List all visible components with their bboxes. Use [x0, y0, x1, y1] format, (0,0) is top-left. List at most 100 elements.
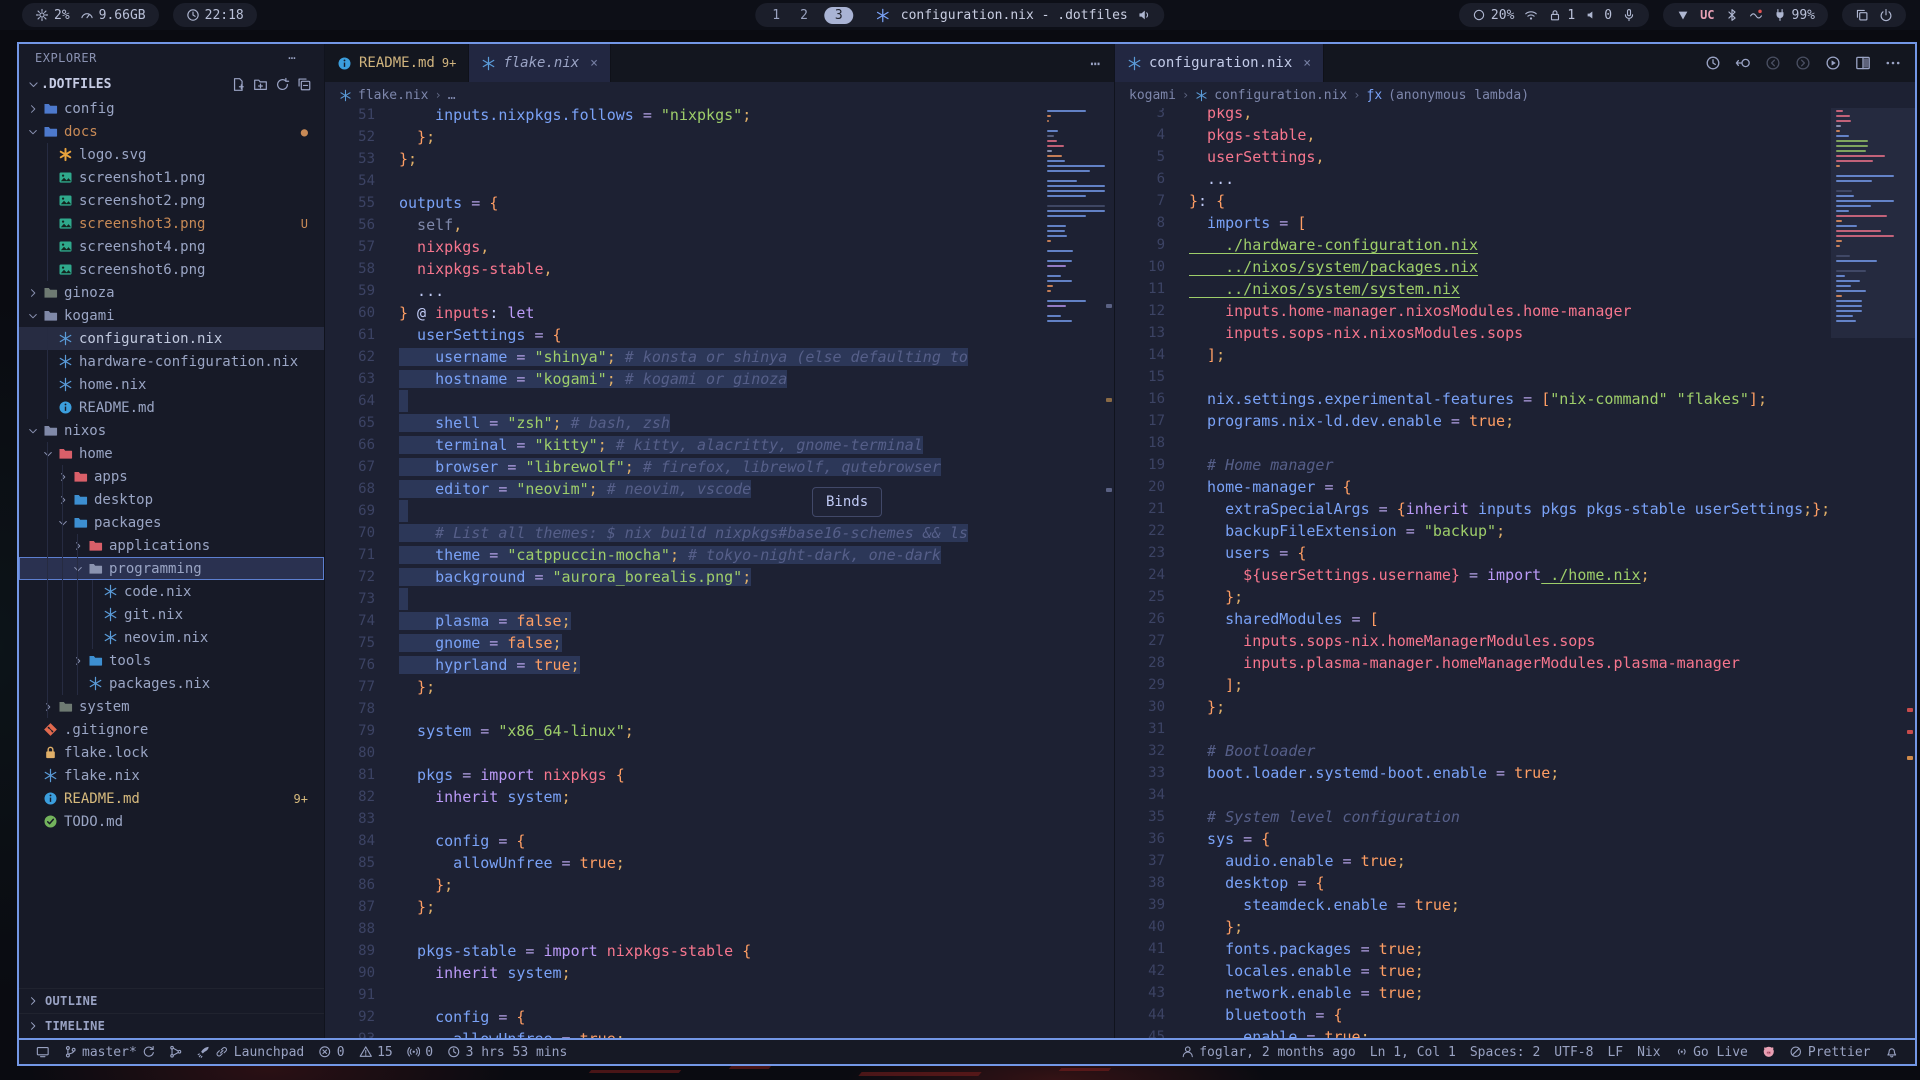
tree-item-logo-svg[interactable]: logo.svg: [19, 143, 324, 166]
tray-item-copy[interactable]: [1855, 8, 1869, 22]
close-tab-icon[interactable]: ×: [1303, 56, 1311, 71]
refresh-button[interactable]: [275, 77, 290, 92]
status-item-master-[interactable]: master*: [57, 1045, 163, 1060]
breadcrumb-item[interactable]: (anonymous lambda): [1388, 88, 1529, 103]
explorer-section-dotfiles[interactable]: .DOTFILES: [19, 72, 324, 97]
status-item[interactable]: [162, 1045, 190, 1059]
tray-item-gear[interactable]: 2%: [35, 8, 70, 23]
tray-item-power[interactable]: [1879, 8, 1893, 22]
status-item[interactable]: [1755, 1045, 1783, 1059]
status-item-prettier[interactable]: Prettier: [1782, 1045, 1877, 1060]
tree-item-todo-md[interactable]: TODO.md: [19, 810, 324, 833]
editor-action-split-button[interactable]: [1855, 55, 1871, 71]
breadcrumb[interactable]: kogami›configuration.nix›ƒx(anonymous la…: [1115, 82, 1915, 108]
tree-item-screenshot3-png[interactable]: screenshot3.pngU: [19, 212, 324, 235]
tree-item-screenshot6-png[interactable]: screenshot6.png: [19, 258, 324, 281]
new-file-button[interactable]: [231, 77, 246, 92]
breadcrumb-item[interactable]: kogami: [1129, 88, 1176, 103]
tree-item-git-nix[interactable]: git.nix: [19, 603, 324, 626]
status-item-0[interactable]: 0: [400, 1045, 440, 1060]
tree-item--gitignore[interactable]: .gitignore: [19, 718, 324, 741]
tree-item-readme-md[interactable]: README.md: [19, 396, 324, 419]
tree-item-flake-nix[interactable]: flake.nix: [19, 764, 324, 787]
tray-item-shield[interactable]: [1676, 8, 1690, 22]
tree-item-configuration-nix[interactable]: configuration.nix: [19, 327, 324, 350]
code-editor-configuration-nix[interactable]: 3 pkgs,4 pkgs-stable,5 userSettings,6 ..…: [1115, 108, 1915, 1038]
breadcrumb[interactable]: flake.nix›…: [325, 82, 1114, 108]
workspace-3[interactable]: 3: [824, 7, 854, 24]
tree-item-tools[interactable]: tools: [19, 649, 324, 672]
tree-item-docs[interactable]: docs●: [19, 120, 324, 143]
tray-item-gauge[interactable]: 9.66GB: [80, 8, 146, 23]
editor-action-navback-button[interactable]: [1765, 55, 1781, 71]
status-item-lf[interactable]: LF: [1600, 1045, 1630, 1060]
editor-action-navfwd-button[interactable]: [1795, 55, 1811, 71]
tray-item-lock[interactable]: 1: [1548, 8, 1575, 23]
tree-item-code-nix[interactable]: code.nix: [19, 580, 324, 603]
workspace-2[interactable]: 2: [796, 8, 812, 23]
tray-item-clock[interactable]: 22:18: [186, 8, 244, 23]
tree-item-packages-nix[interactable]: packages.nix: [19, 672, 324, 695]
tree-item-applications[interactable]: applications: [19, 534, 324, 557]
more-tabs-button[interactable]: ⋯: [1090, 54, 1100, 73]
editor-action-compare-button[interactable]: [1735, 55, 1751, 71]
code-editor-flake-nix[interactable]: 51 inputs.nixpkgs.follows = "nixpkgs";52…: [325, 108, 1114, 1038]
status-item-utf-8[interactable]: UTF-8: [1547, 1045, 1600, 1060]
status-item-3-hrs-53-mins[interactable]: 3 hrs 53 mins: [440, 1045, 574, 1060]
tree-item-kogami[interactable]: kogami: [19, 304, 324, 327]
minimap[interactable]: [1831, 108, 1915, 1038]
tree-item-desktop[interactable]: desktop: [19, 488, 324, 511]
tree-item-apps[interactable]: apps: [19, 465, 324, 488]
tree-item-ginoza[interactable]: ginoza: [19, 281, 324, 304]
tree-item-home[interactable]: home: [19, 442, 324, 465]
tree-item-screenshot4-png[interactable]: screenshot4.png: [19, 235, 324, 258]
tray-item-mic[interactable]: [1622, 8, 1636, 22]
tab-flake-nix[interactable]: flake.nix×: [469, 44, 611, 82]
minimap[interactable]: [1042, 108, 1114, 1038]
tree-item-programming[interactable]: programming: [19, 557, 324, 580]
breadcrumb-item[interactable]: …: [448, 88, 456, 103]
status-item-nix[interactable]: Nix: [1630, 1045, 1667, 1060]
tree-item-neovim-nix[interactable]: neovim.nix: [19, 626, 324, 649]
tray-item-plug[interactable]: 99%: [1773, 8, 1815, 23]
tree-item-readme-md[interactable]: README.md9+: [19, 787, 324, 810]
tab-readme-md[interactable]: README.md9+: [325, 44, 469, 82]
collapse-button[interactable]: [297, 77, 312, 92]
tray-item-uc[interactable]: UC: [1700, 8, 1714, 22]
breadcrumb-item[interactable]: configuration.nix: [1214, 88, 1347, 103]
breadcrumb-item[interactable]: flake.nix: [358, 88, 428, 103]
tree-item-screenshot2-png[interactable]: screenshot2.png: [19, 189, 324, 212]
editor-action-run-button[interactable]: [1825, 55, 1841, 71]
explorer-more-actions-button[interactable]: ⋯: [288, 51, 296, 65]
tray-item-wave[interactable]: [1749, 8, 1763, 22]
status-item-0[interactable]: 0: [311, 1045, 351, 1060]
status-item-ln-1-col-1[interactable]: Ln 1, Col 1: [1363, 1045, 1463, 1060]
status-item-spaces-2[interactable]: Spaces: 2: [1463, 1045, 1547, 1060]
tray-item-volume[interactable]: 0: [1585, 8, 1612, 23]
status-item-go-live[interactable]: Go Live: [1668, 1045, 1755, 1060]
tree-item-nixos[interactable]: nixos: [19, 419, 324, 442]
tray-item-bluetooth[interactable]: [1725, 8, 1739, 22]
tree-item-system[interactable]: system: [19, 695, 324, 718]
status-item[interactable]: [29, 1045, 57, 1059]
tree-item-config[interactable]: config: [19, 97, 324, 120]
close-tab-icon[interactable]: ×: [590, 56, 598, 71]
panel-section-outline[interactable]: OUTLINE: [19, 988, 324, 1013]
status-item-launchpad[interactable]: Launchpad: [190, 1045, 311, 1060]
tray-item-circle[interactable]: 20%: [1472, 8, 1514, 23]
tree-item-flake-lock[interactable]: flake.lock: [19, 741, 324, 764]
tab-configuration-nix[interactable]: configuration.nix×: [1115, 44, 1324, 82]
status-item[interactable]: [1878, 1045, 1906, 1059]
editor-action-dots-button[interactable]: [1885, 55, 1901, 71]
editor-action-history-button[interactable]: [1705, 55, 1721, 71]
new-folder-button[interactable]: [253, 77, 268, 92]
tree-item-screenshot1-png[interactable]: screenshot1.png: [19, 166, 324, 189]
workspace-1[interactable]: 1: [768, 8, 784, 23]
tray-item-wifi[interactable]: [1524, 8, 1538, 22]
status-item-15[interactable]: 15: [352, 1045, 400, 1060]
panel-section-timeline[interactable]: TIMELINE: [19, 1013, 324, 1038]
status-item-foglar-2-months-ago[interactable]: foglar, 2 months ago: [1174, 1045, 1363, 1060]
tree-item-home-nix[interactable]: home.nix: [19, 373, 324, 396]
tree-item-hardware-configuration-nix[interactable]: hardware-configuration.nix: [19, 350, 324, 373]
tree-item-packages[interactable]: packages: [19, 511, 324, 534]
